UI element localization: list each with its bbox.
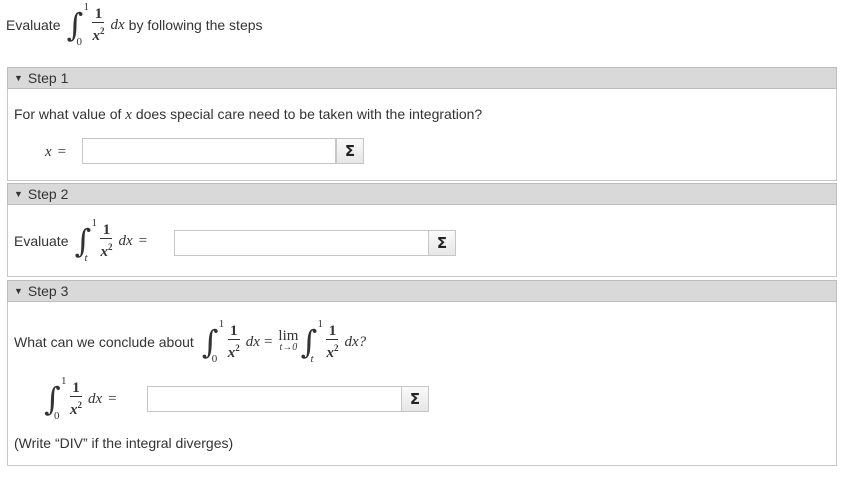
integral-sign: ∫ 1 0 bbox=[44, 375, 67, 422]
step-2-body: Evaluate ∫ 1 t 1 x2 dx = Σ bbox=[7, 205, 837, 277]
limit-operator: lim t→0 bbox=[278, 328, 299, 354]
collapse-triangle-icon: ▼ bbox=[14, 73, 23, 83]
step-3-body: What can we conclude about ∫ 1 0 1 x2 dx… bbox=[7, 302, 837, 466]
step-3-integral-b: ∫ 1 t 1 x2 dx? bbox=[300, 318, 367, 365]
step-3-question: What can we conclude about ∫ 1 0 1 x2 dx… bbox=[14, 318, 367, 365]
integral-sign: ∫ 1 0 bbox=[66, 1, 89, 48]
step-3-answer-integral: ∫ 1 0 1 x2 dx = bbox=[44, 375, 117, 422]
sigma-icon[interactable]: Σ bbox=[401, 386, 429, 412]
step-1-question: For what value of x does special care ne… bbox=[14, 106, 483, 123]
step-3-answer-input[interactable] bbox=[147, 386, 403, 412]
step-3-note: (Write “DIV” if the integral diverges) bbox=[14, 435, 234, 451]
step-1-answer-input[interactable] bbox=[82, 138, 336, 164]
sigma-icon[interactable]: Σ bbox=[428, 230, 456, 256]
step-2-prompt: Evaluate ∫ 1 t 1 x2 dx = bbox=[14, 215, 153, 267]
collapse-triangle-icon: ▼ bbox=[14, 286, 23, 296]
step-title: Step 2 bbox=[27, 186, 69, 202]
integral-sign: ∫ 1 t bbox=[300, 318, 323, 365]
intro-integral: ∫ 1 0 1 x2 dx bbox=[66, 1, 125, 48]
step-3-integral-a: ∫ 1 0 1 x2 dx bbox=[201, 318, 260, 365]
intro-prefix: Evaluate bbox=[6, 17, 61, 33]
step-3-header[interactable]: ▼ Step 3 bbox=[7, 280, 837, 302]
step-title: Step 1 bbox=[27, 70, 69, 86]
integral-sign: ∫ 1 0 bbox=[201, 318, 225, 365]
problem-statement: Evaluate ∫ 1 0 1 x2 dx by following the … bbox=[6, 0, 263, 50]
step-1-answer-label: x = bbox=[45, 144, 67, 160]
collapse-triangle-icon: ▼ bbox=[14, 189, 23, 199]
step-title: Step 3 bbox=[27, 283, 69, 299]
step-2-answer-input[interactable] bbox=[174, 230, 430, 256]
step-2-header[interactable]: ▼ Step 2 bbox=[7, 183, 837, 205]
intro-suffix: by following the steps bbox=[128, 17, 263, 33]
fraction: 1 x2 bbox=[92, 6, 105, 44]
step-2-integral: ∫ 1 t 1 x2 dx = bbox=[74, 217, 148, 264]
step-1-header[interactable]: ▼ Step 1 bbox=[7, 67, 837, 89]
integral-sign: ∫ 1 t bbox=[74, 217, 97, 264]
step-3-answer-label: ∫ 1 0 1 x2 dx = bbox=[44, 374, 123, 424]
step-1-body: For what value of x does special care ne… bbox=[7, 89, 837, 181]
sigma-icon[interactable]: Σ bbox=[336, 138, 364, 164]
